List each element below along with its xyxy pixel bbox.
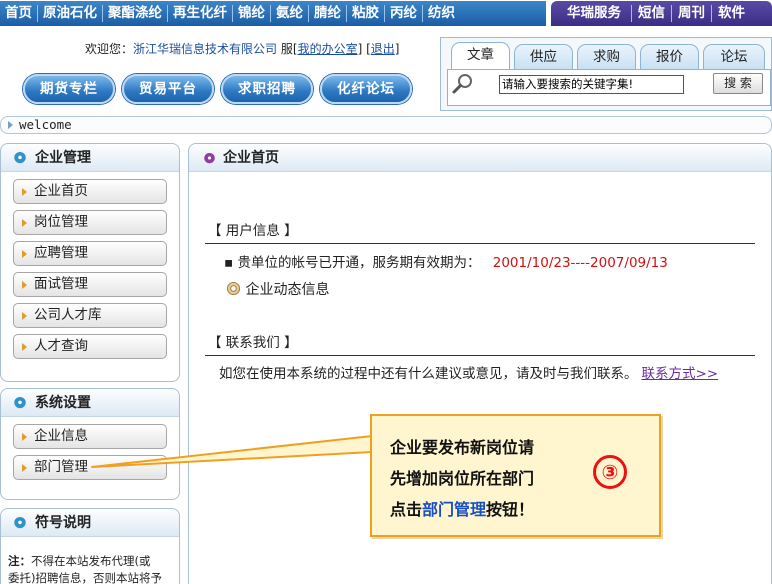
step-number-badge: ③ (593, 455, 627, 489)
callout-line-2: 先增加岗位所在部门 (390, 469, 535, 488)
callout-line-1: 企业要发布新岗位请 (390, 438, 535, 457)
step-number: ③ (601, 460, 619, 484)
callout-line-3-suffix: 按钮！ (486, 500, 535, 519)
callout-highlight: 部门管理 (422, 500, 487, 519)
callout-line-3-prefix: 点击 (390, 500, 423, 519)
callout-text: 企业要发布新岗位请 先增加岗位所在部门 点击部门管理按钮！ (390, 432, 534, 525)
